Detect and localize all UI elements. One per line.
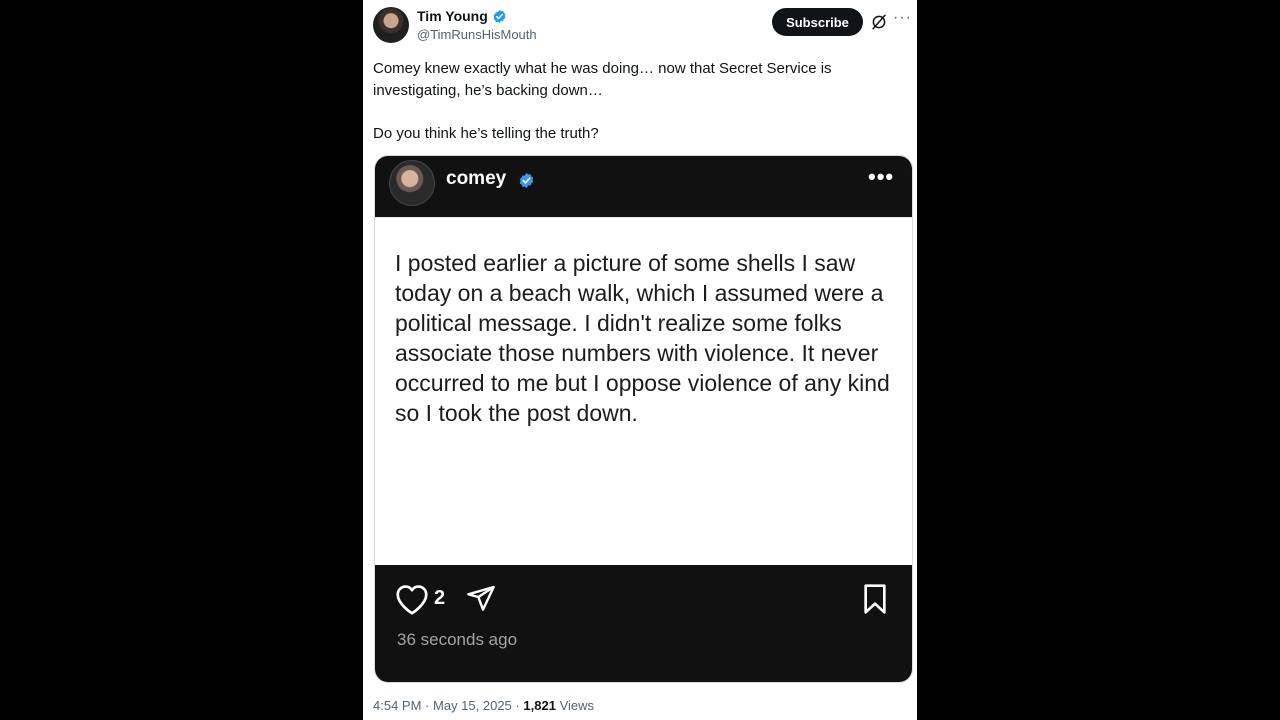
tweet-paragraph: Do you think he’s telling the truth? — [373, 124, 599, 142]
embedded-verified-badge-icon — [519, 173, 534, 188]
embedded-timestamp: 36 seconds ago — [397, 630, 518, 649]
author-name[interactable]: Tim Young — [417, 8, 488, 24]
embedded-post-text: I posted earlier a picture of some shell… — [395, 250, 890, 426]
embedded-more-icon: ••• — [868, 164, 895, 189]
embedded-username: comey — [446, 168, 507, 189]
embedded-screenshot-card[interactable]: comey ••• I posted earlier a picture of … — [374, 155, 913, 683]
send-icon — [467, 585, 495, 611]
subscribe-button[interactable]: Subscribe — [772, 8, 863, 36]
views-count: 1,821 — [523, 698, 556, 713]
embedded-post-header: comey ••• — [375, 156, 912, 217]
author-name-row: Tim Young — [417, 8, 507, 24]
embedded-post-footer: 2 36 seconds ago — [375, 565, 912, 682]
views-label: Views — [559, 698, 595, 713]
verified-badge-icon — [493, 9, 506, 23]
tweet-container: Tim Young @TimRunsHisMouth Subscribe ···… — [363, 0, 917, 720]
post-time[interactable]: 4:54 PM — [373, 698, 421, 713]
embedded-post-body: I posted earlier a picture of some shell… — [375, 217, 912, 566]
bookmark-icon — [864, 584, 886, 614]
embedded-like-count: 2 — [434, 587, 446, 609]
tweet-paragraph: Comey knew exactly what he was doing… no… — [373, 60, 832, 99]
author-avatar[interactable] — [373, 7, 409, 43]
post-date[interactable]: May 15, 2025 — [433, 698, 512, 713]
grok-icon[interactable] — [870, 13, 888, 31]
more-icon[interactable]: ··· — [893, 9, 912, 27]
tweet-meta: 4:54 PM · May 15, 2025 · 1,821 Views — [373, 698, 594, 713]
separator: · — [425, 698, 430, 713]
separator: · — [515, 698, 520, 713]
embedded-avatar — [389, 160, 435, 206]
author-handle[interactable]: @TimRunsHisMouth — [417, 27, 537, 42]
tweet-text: Comey knew exactly what he was doing… no… — [373, 58, 873, 144]
heart-icon — [396, 585, 428, 615]
